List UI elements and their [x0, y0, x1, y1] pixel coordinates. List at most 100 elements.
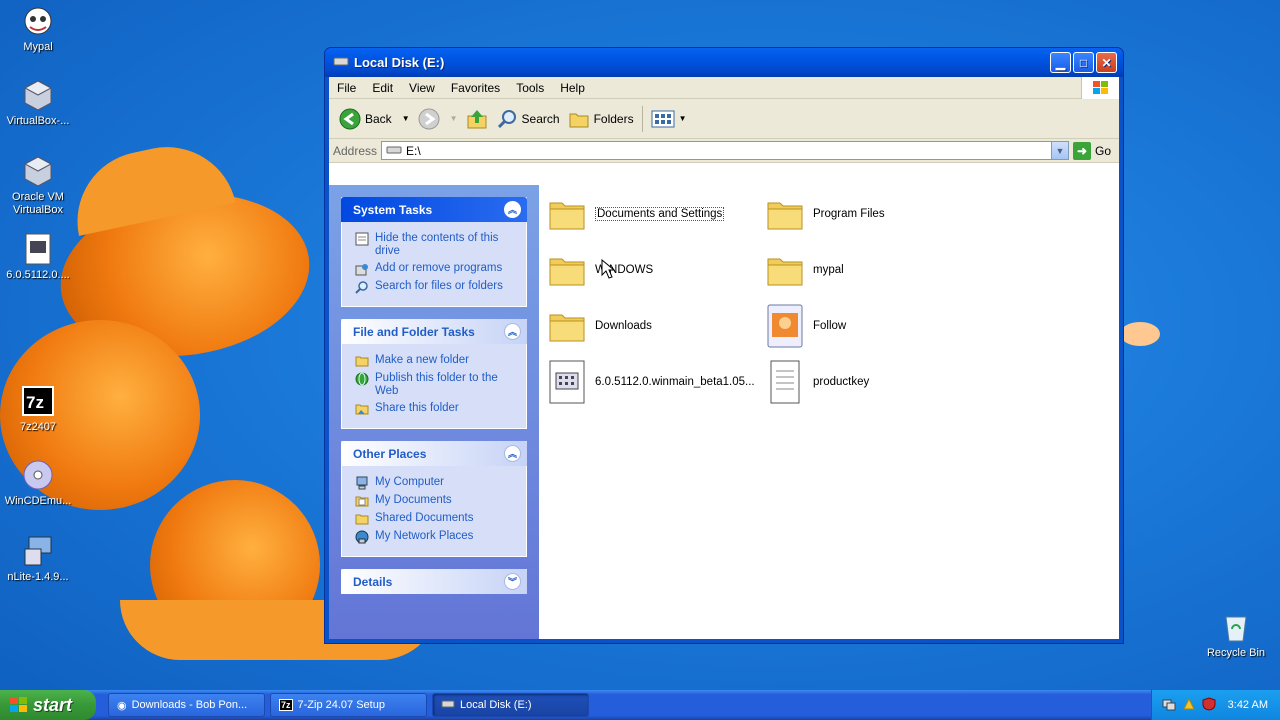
task-make-new-folder[interactable]: Make a new folder: [354, 354, 518, 368]
collapse-icon[interactable]: ︽: [504, 323, 521, 340]
views-icon: [651, 110, 675, 127]
address-dropdown-button[interactable]: ▼: [1050, 142, 1068, 159]
window-title: Local Disk (E:): [354, 55, 445, 70]
search-button[interactable]: Search: [492, 106, 564, 132]
task-hide-drive-contents[interactable]: Hide the contents of this drive: [354, 232, 518, 258]
menu-file[interactable]: File: [329, 81, 364, 95]
taskbar-task-downloads[interactable]: ◉ Downloads - Bob Pon...: [108, 693, 265, 717]
task-search-files[interactable]: Search for files or folders: [354, 280, 518, 294]
file-item-windows[interactable]: WINDOWS: [547, 247, 762, 293]
minimize-button[interactable]: ▁: [1050, 52, 1071, 73]
file-item-program-files[interactable]: Program Files: [765, 191, 980, 237]
image-file-icon: [765, 303, 805, 349]
virtualbox-icon: [21, 154, 55, 188]
file-folder-tasks-panel: File and Folder Tasks ︽ Make a new folde…: [341, 319, 527, 429]
back-button[interactable]: Back ▼: [335, 106, 414, 132]
task-share-folder[interactable]: Share this folder: [354, 402, 518, 416]
forward-button[interactable]: ▼: [414, 106, 462, 132]
my-computer-icon: [354, 476, 370, 490]
system-tasks-panel: System Tasks ︽ Hide the contents of this…: [341, 197, 527, 307]
go-button[interactable]: ➜ Go: [1072, 141, 1115, 160]
address-label: Address: [333, 143, 378, 158]
task-pane: System Tasks ︽ Hide the contents of this…: [329, 185, 539, 639]
file-folder-tasks-header[interactable]: File and Folder Tasks ︽: [341, 319, 527, 344]
shared-documents-icon: [354, 512, 370, 526]
disc-image-file-icon: [547, 359, 587, 405]
place-shared-documents[interactable]: Shared Documents: [354, 512, 518, 526]
system-tasks-header[interactable]: System Tasks ︽: [341, 197, 527, 222]
taskbar-task-7zip-setup[interactable]: 7z 7-Zip 24.07 Setup: [270, 693, 427, 717]
share-folder-icon: [354, 402, 370, 416]
place-my-computer[interactable]: My Computer: [354, 476, 518, 490]
menu-tools[interactable]: Tools: [508, 81, 552, 95]
maximize-button[interactable]: □: [1073, 52, 1094, 73]
desktop-icon-virtualbox-installer[interactable]: VirtualBox-...: [0, 78, 76, 128]
maximize-icon: □: [1079, 55, 1088, 70]
window-titlebar[interactable]: Local Disk (E:) ▁ □ ✕: [325, 48, 1123, 77]
clock[interactable]: 3:42 AM: [1228, 699, 1268, 711]
desktop-icon-oracle-vm[interactable]: Oracle VM VirtualBox: [0, 154, 76, 217]
desktop-icon-wincdemu[interactable]: WinCDEmu...: [0, 458, 76, 508]
desktop-icon-recycle-bin[interactable]: Recycle Bin: [1198, 610, 1274, 660]
folder-icon: [547, 247, 587, 293]
menu-help[interactable]: Help: [552, 81, 593, 95]
details-header[interactable]: Details ︾: [341, 569, 527, 594]
text-file-icon: [765, 359, 805, 405]
file-item-iso[interactable]: 6.0.5112.0.winmain_beta1.05...: [547, 359, 762, 405]
folders-icon: [569, 113, 589, 127]
task-publish-to-web[interactable]: Publish this folder to the Web: [354, 372, 518, 398]
file-item-documents-and-settings[interactable]: Documents and Settings: [547, 191, 762, 237]
desktop-icon-7zip[interactable]: 7z 7z2407: [0, 384, 76, 434]
globe-icon: [354, 372, 370, 386]
nlite-icon: [21, 534, 55, 568]
folder-icon: [765, 191, 805, 237]
menu-view[interactable]: View: [401, 81, 443, 95]
back-dropdown-icon[interactable]: ▼: [402, 114, 410, 123]
menu-bar: File Edit View Favorites Tools Help: [329, 77, 1119, 99]
folder-icon: [547, 191, 587, 237]
drive-icon: [386, 144, 402, 158]
file-item-follow[interactable]: Follow: [765, 303, 980, 349]
drive-icon: [333, 55, 349, 70]
desktop-icon-nlite[interactable]: nLite-1.4.9...: [0, 534, 76, 584]
tray-network-icon[interactable]: [1162, 697, 1176, 714]
windows-logo-icon: [1081, 77, 1119, 99]
collapse-icon[interactable]: ︽: [504, 445, 521, 462]
toolbar-separator: [641, 105, 643, 132]
place-my-network-places[interactable]: My Network Places: [354, 530, 518, 544]
windows-logo-icon: [10, 697, 27, 712]
forward-dropdown-icon[interactable]: ▼: [450, 114, 458, 123]
desktop-icon-iso[interactable]: 6.0.5112.0....: [0, 232, 76, 282]
views-dropdown-icon: ▼: [678, 114, 687, 123]
file-item-downloads[interactable]: Downloads: [547, 303, 762, 349]
place-my-documents[interactable]: My Documents: [354, 494, 518, 508]
menu-edit[interactable]: Edit: [364, 81, 401, 95]
desktop-icon-mypal[interactable]: Mypal: [0, 4, 76, 54]
file-item-productkey[interactable]: productkey: [765, 359, 980, 405]
drive-icon: [441, 699, 455, 712]
close-button[interactable]: ✕: [1096, 52, 1117, 73]
menu-favorites[interactable]: Favorites: [443, 81, 508, 95]
folders-button[interactable]: Folders: [564, 107, 638, 131]
mypal-icon: [21, 4, 55, 38]
tray-security-shield-icon[interactable]: [1202, 696, 1216, 714]
collapse-icon[interactable]: ︽: [504, 201, 521, 218]
file-view: Documents and Settings Program Files WIN…: [539, 185, 1119, 639]
forward-arrow-icon: [418, 108, 440, 129]
mypal-icon: ◉: [117, 699, 127, 712]
start-button[interactable]: start: [0, 690, 96, 720]
views-button[interactable]: ▼: [647, 107, 691, 131]
add-remove-programs-icon: [354, 262, 370, 276]
address-input[interactable]: E:\ ▼: [381, 141, 1069, 160]
expand-icon[interactable]: ︾: [504, 573, 521, 590]
address-bar: Address E:\ ▼ ➜ Go: [329, 139, 1119, 163]
tray-update-icon[interactable]: [1182, 697, 1196, 714]
back-arrow-icon: [339, 108, 361, 129]
file-item-mypal[interactable]: mypal: [765, 247, 980, 293]
taskbar-task-local-disk[interactable]: Local Disk (E:): [432, 693, 589, 717]
up-folder-icon: [467, 109, 487, 128]
other-places-header[interactable]: Other Places ︽: [341, 441, 527, 466]
taskbar: start ◉ Downloads - Bob Pon... 7z 7-Zip …: [0, 690, 1280, 720]
task-add-remove-programs[interactable]: Add or remove programs: [354, 262, 518, 276]
up-folder-button[interactable]: [462, 106, 492, 132]
